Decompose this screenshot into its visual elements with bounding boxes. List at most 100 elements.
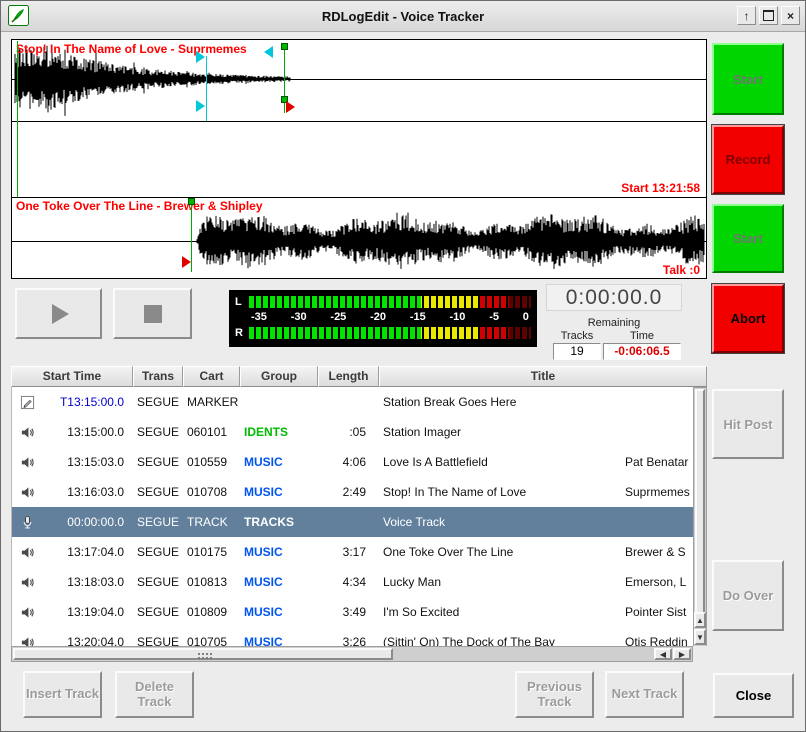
cell-start-time: 13:17:04.0 (42, 545, 134, 559)
segue-start-marker-line[interactable] (206, 56, 207, 121)
next-track-button[interactable]: Next Track (605, 671, 684, 718)
shade-button[interactable]: ↑ (737, 6, 756, 25)
cell-trans: SEGUE (134, 425, 184, 439)
previous-track-button[interactable]: Previous Track (515, 671, 594, 718)
cell-title: Lucky Man (380, 575, 622, 589)
table-row[interactable]: 13:18:03.0 SEGUE 010813 MUSIC 4:34 Lucky… (12, 567, 694, 597)
meter-left-label: L (235, 296, 249, 308)
scroll-down-button[interactable]: ▼ (694, 629, 706, 645)
remaining-time-label: Time (604, 330, 680, 342)
table-row-selected[interactable]: 00:00:00.0 SEGUE TRACK TRACKS Voice Trac… (12, 507, 694, 537)
header-cart[interactable]: Cart (183, 366, 240, 387)
horizontal-scrollbar[interactable]: ◀ ▶ (11, 646, 693, 662)
play-icon (46, 301, 72, 327)
track2-fade-marker[interactable] (182, 256, 191, 268)
table-row[interactable]: 13:17:04.0 SEGUE 010175 MUSIC 3:17 One T… (12, 537, 694, 567)
remaining-tracks-label: Tracks (552, 330, 602, 342)
abort-button[interactable]: Abort (712, 284, 784, 353)
table-row[interactable]: 13:16:03.0 SEGUE 010708 MUSIC 2:49 Stop!… (12, 477, 694, 507)
cell-start-time: T13:15:00.0 (42, 395, 134, 409)
vertical-scrollbar[interactable]: ▲ ▼ (693, 387, 707, 662)
cell-title: Stop! In The Name of Love (380, 485, 622, 499)
cell-artist: Pat Benatar (622, 455, 694, 469)
header-length[interactable]: Length (318, 366, 379, 387)
record-button[interactable]: Record (712, 125, 784, 194)
table-row[interactable]: 13:20:04.0 SEGUE 010705 MUSIC 3:26 (Sitt… (12, 627, 694, 646)
cell-artist: Suprmemes (622, 485, 694, 499)
track1-position-marker[interactable] (17, 41, 18, 197)
cell-trans: SEGUE (134, 395, 184, 409)
speaker-icon (12, 455, 42, 470)
scrollbar-grip (197, 652, 213, 660)
cell-artist: Pointer Sist (622, 605, 694, 619)
speaker-icon (12, 545, 42, 560)
vertical-scrollbar-thumb[interactable] (695, 389, 705, 617)
pane-divider-1 (12, 121, 706, 122)
close-button[interactable]: Close (713, 673, 794, 718)
scroll-right-button[interactable]: ▶ (673, 648, 691, 660)
cell-length: 4:06 (319, 455, 380, 469)
log-table-header: Start Time Trans Cart Group Length Title (11, 366, 707, 387)
header-title[interactable]: Title (379, 366, 707, 387)
close-window-button[interactable]: × (781, 6, 800, 25)
log-table-body: T13:15:00.0 SEGUE MARKER Station Break G… (11, 387, 694, 646)
cell-length: 3:49 (319, 605, 380, 619)
cell-title: I'm So Excited (380, 605, 622, 619)
track1-end-marker-top-handle[interactable] (281, 43, 288, 50)
cell-start-time: 13:16:03.0 (42, 485, 134, 499)
cell-length: 3:26 (319, 635, 380, 646)
track1-title: Stop! In The Name of Love - Suprmemes (16, 42, 247, 56)
stop-button[interactable] (113, 288, 192, 339)
track1-fade-marker[interactable] (286, 101, 295, 113)
start-track1-button[interactable]: Start (712, 43, 784, 115)
do-over-button[interactable]: Do Over (712, 560, 784, 631)
segue-start-marker-bottom-handle[interactable] (196, 100, 205, 112)
track1-start-label: Start 13:21:58 (621, 181, 700, 195)
titlebar[interactable]: RDLogEdit - Voice Tracker ↑ × (1, 1, 805, 32)
segue-end-marker-handle[interactable] (264, 46, 273, 58)
track2-start-marker-handle[interactable] (188, 198, 195, 205)
cell-cart: 010705 (184, 635, 241, 646)
header-trans[interactable]: Trans (133, 366, 183, 387)
table-row[interactable]: 13:19:04.0 SEGUE 010809 MUSIC 3:49 I'm S… (12, 597, 694, 627)
cell-trans: SEGUE (134, 635, 184, 646)
table-row[interactable]: 13:15:00.0 SEGUE 060101 IDENTS :05 Stati… (12, 417, 694, 447)
stop-icon (142, 303, 164, 325)
cell-cart: 060101 (184, 425, 241, 439)
cell-trans: SEGUE (134, 605, 184, 619)
cell-start-time: 13:19:04.0 (42, 605, 134, 619)
cell-trans: SEGUE (134, 575, 184, 589)
speaker-icon (12, 635, 42, 647)
start-track2-button[interactable]: Start (712, 204, 784, 273)
horizontal-scrollbar-thumb[interactable] (13, 648, 393, 660)
cell-trans: SEGUE (134, 455, 184, 469)
scroll-left-button[interactable]: ◀ (654, 648, 672, 660)
speaker-icon (12, 425, 42, 440)
segue-start-marker-top-handle[interactable] (196, 51, 205, 63)
meter-right-label: R (235, 327, 249, 339)
cell-cart: 010708 (184, 485, 241, 499)
cell-cart: 010809 (184, 605, 241, 619)
insert-track-button[interactable]: Insert Track (23, 671, 102, 718)
cell-artist: Otis Reddin (622, 635, 694, 646)
cell-trans: SEGUE (134, 515, 184, 529)
table-row[interactable]: 13:15:03.0 SEGUE 010559 MUSIC 4:06 Love … (12, 447, 694, 477)
track2-start-marker-line[interactable] (191, 198, 192, 272)
cell-trans: SEGUE (134, 485, 184, 499)
play-button[interactable] (15, 288, 102, 339)
header-start-time[interactable]: Start Time (11, 366, 133, 387)
cell-trans: SEGUE (134, 545, 184, 559)
table-row[interactable]: T13:15:00.0 SEGUE MARKER Station Break G… (12, 387, 694, 417)
header-group[interactable]: Group (240, 366, 318, 387)
window-controls: ↑ × (737, 6, 800, 25)
cell-cart: 010559 (184, 455, 241, 469)
delete-track-button[interactable]: Delete Track (115, 671, 194, 718)
marker-icon (12, 395, 42, 410)
track2-title: One Toke Over The Line - Brewer & Shiple… (16, 199, 263, 213)
meter-bar-left (249, 296, 531, 308)
microphone-icon (12, 515, 42, 530)
hit-post-button[interactable]: Hit Post (712, 389, 784, 459)
scroll-up-button[interactable]: ▲ (694, 612, 706, 628)
cell-cart: MARKER (184, 395, 241, 409)
maximize-button[interactable] (759, 6, 778, 25)
